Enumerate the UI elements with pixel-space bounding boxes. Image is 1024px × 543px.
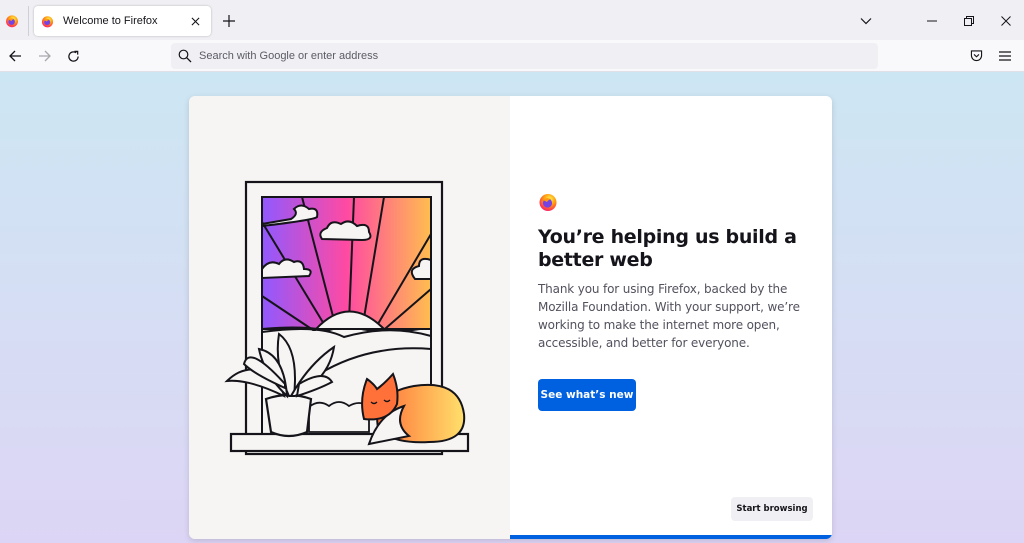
tab-welcome[interactable]: Welcome to Firefox bbox=[34, 6, 211, 36]
illustration-panel bbox=[189, 96, 510, 539]
firefox-logo-icon bbox=[539, 194, 557, 211]
headline: You’re helping us build a better web bbox=[538, 226, 797, 271]
progress-bar-fill bbox=[510, 535, 832, 539]
search-icon bbox=[178, 49, 192, 63]
body-text: Thank you for using Firefox, backed by t… bbox=[538, 282, 800, 350]
close-icon bbox=[191, 17, 199, 25]
chevron-down-icon bbox=[860, 18, 872, 25]
back-button[interactable] bbox=[6, 47, 24, 65]
window-fox-illustration bbox=[224, 180, 470, 456]
page-content: You’re helping us build a better web Tha… bbox=[0, 72, 1024, 543]
plus-icon bbox=[223, 15, 235, 27]
minimize-icon bbox=[927, 20, 937, 22]
see-whats-new-button[interactable]: See what’s new bbox=[538, 379, 636, 411]
hamburger-menu-icon bbox=[999, 51, 1011, 61]
minimize-button[interactable] bbox=[923, 12, 941, 30]
tab-title: Welcome to Firefox bbox=[63, 15, 158, 27]
progress-track bbox=[510, 535, 832, 539]
close-icon bbox=[1001, 16, 1011, 26]
firefox-logo-icon bbox=[41, 15, 54, 27]
arrow-right-icon bbox=[38, 50, 51, 62]
reload-button[interactable] bbox=[64, 47, 82, 65]
reload-icon bbox=[67, 50, 79, 62]
tab-close-button[interactable] bbox=[187, 13, 203, 29]
tab-strip: Welcome to Firefox bbox=[0, 0, 1024, 40]
arrow-left-icon bbox=[8, 50, 21, 62]
content-panel: You’re helping us build a better web Tha… bbox=[510, 96, 832, 539]
pocket-button[interactable] bbox=[967, 47, 985, 65]
new-tab-button[interactable] bbox=[219, 11, 239, 31]
restore-icon bbox=[964, 16, 974, 26]
address-bar[interactable] bbox=[171, 43, 878, 69]
navigation-toolbar bbox=[0, 40, 1024, 72]
firefox-logo-icon[interactable] bbox=[5, 14, 19, 28]
restore-button[interactable] bbox=[960, 12, 978, 30]
tab-list-button[interactable] bbox=[857, 12, 875, 30]
onboarding-card: You’re helping us build a better web Tha… bbox=[189, 96, 832, 539]
start-browsing-button[interactable]: Start browsing bbox=[731, 497, 813, 521]
forward-button[interactable] bbox=[35, 47, 53, 65]
tab-separator bbox=[28, 6, 29, 36]
pocket-icon bbox=[970, 50, 982, 62]
app-menu-button[interactable] bbox=[996, 47, 1014, 65]
close-window-button[interactable] bbox=[997, 12, 1015, 30]
address-input[interactable] bbox=[199, 43, 878, 69]
